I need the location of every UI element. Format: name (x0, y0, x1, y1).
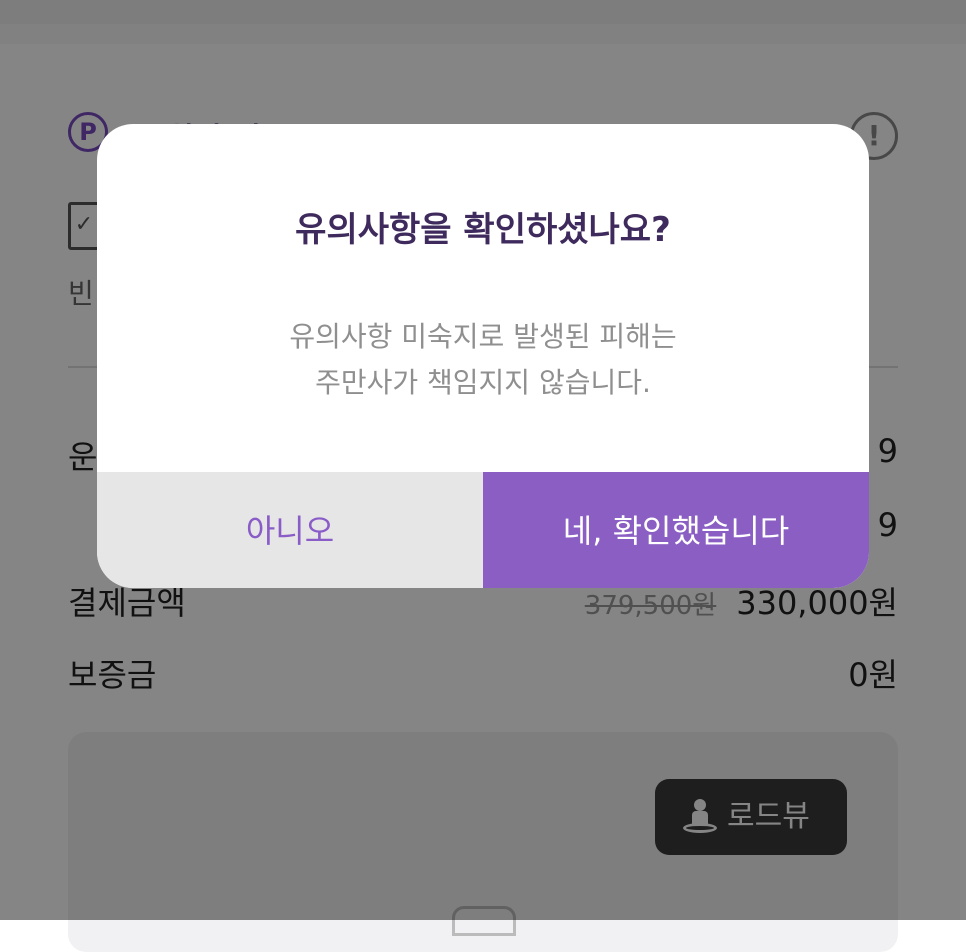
dialog-message-line: 유의사항 미숙지로 발생된 피해는 (289, 320, 677, 353)
dialog-buttons: 아니오 네, 확인했습니다 (97, 472, 869, 588)
no-button[interactable]: 아니오 (97, 472, 483, 588)
confirm-dialog: 유의사항을 확인하셨나요? 유의사항 미숙지로 발생된 피해는 주만사가 책임지… (97, 124, 869, 588)
no-button-label: 아니오 (245, 512, 335, 550)
dialog-message-line: 주만사가 책임지지 않습니다. (315, 366, 651, 399)
confirm-button[interactable]: 네, 확인했습니다 (483, 472, 869, 588)
confirm-button-label: 네, 확인했습니다 (562, 512, 790, 550)
dialog-message: 유의사항 미숙지로 발생된 피해는 주만사가 책임지지 않습니다. (97, 314, 869, 406)
dialog-title: 유의사항을 확인하셨나요? (295, 210, 671, 250)
